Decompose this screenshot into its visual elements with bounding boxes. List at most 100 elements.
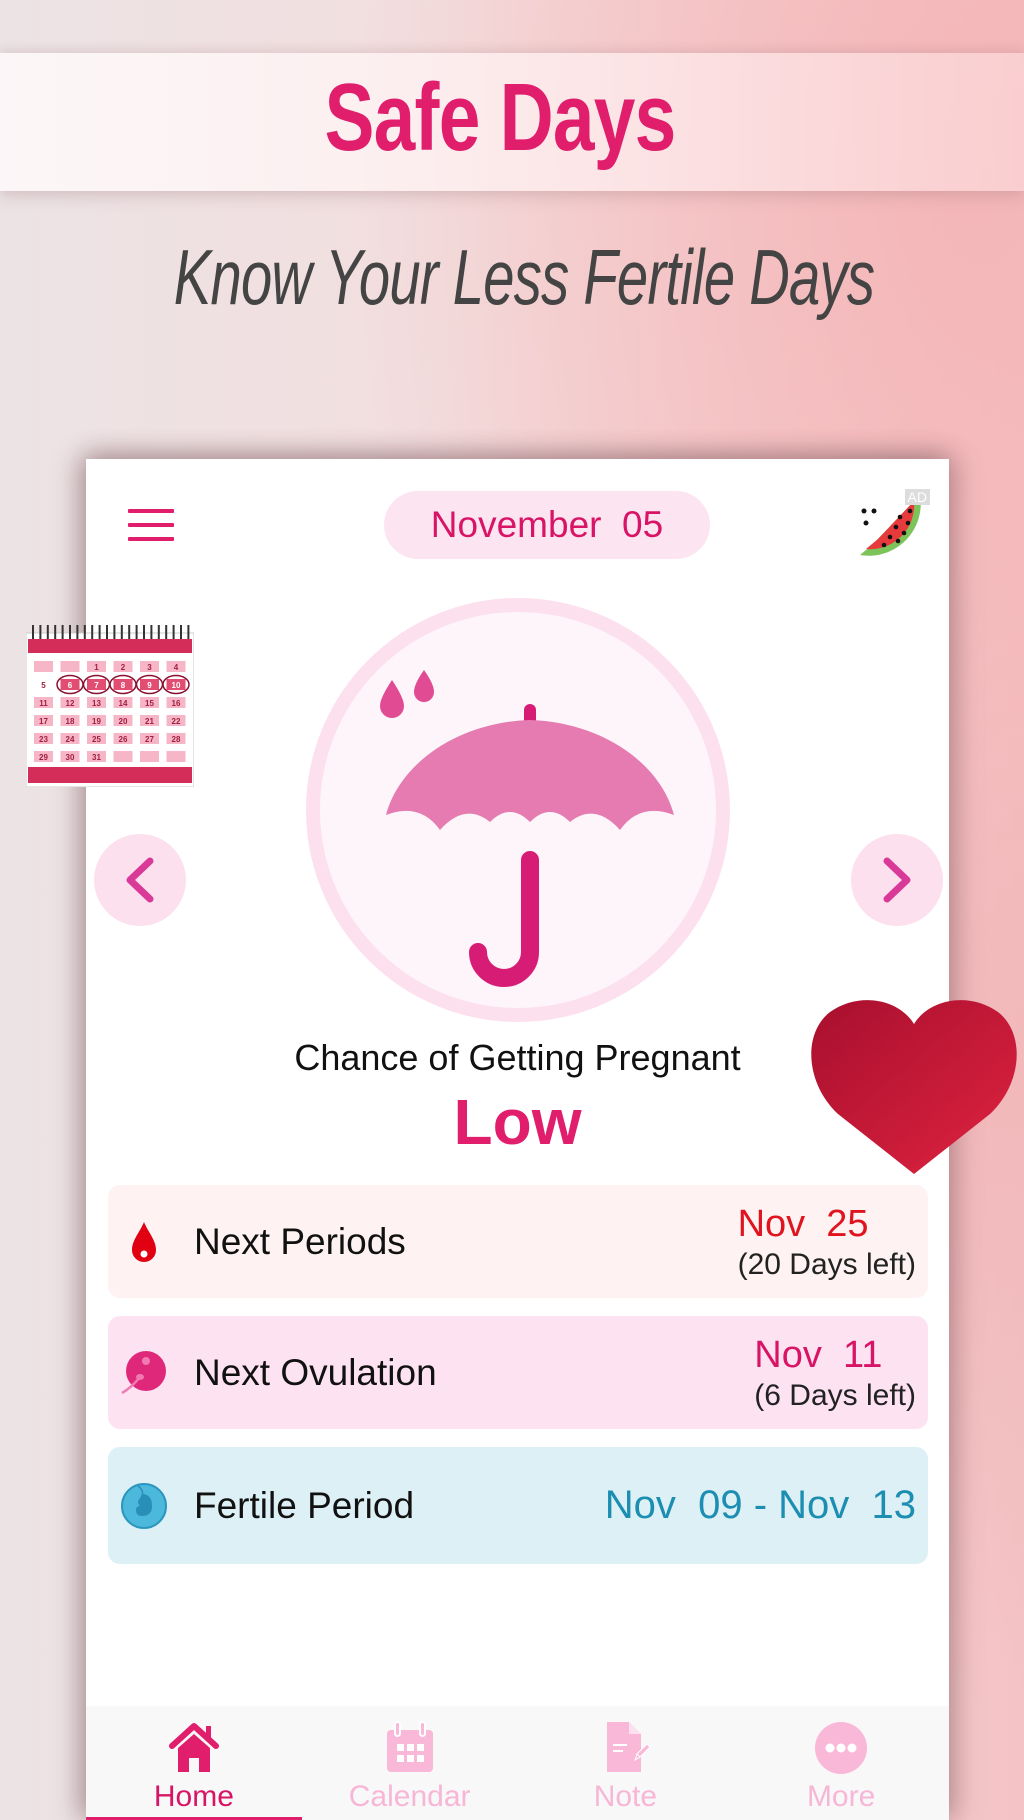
calendar-day-number: 23 — [39, 735, 48, 744]
calendar-day-number: 28 — [172, 735, 181, 744]
calendar-day-number: 4 — [174, 663, 179, 672]
ad-badge: AD — [904, 489, 930, 505]
calendar-ring — [180, 625, 182, 639]
chevron-right-icon — [883, 857, 911, 903]
fertile-period-row[interactable]: Fertile Period Nov 09 - Nov 13 — [108, 1447, 928, 1564]
decorative-heart-icon — [808, 994, 1020, 1176]
next-ovulation-date: Nov 11 — [754, 1333, 883, 1376]
calendar-ring — [157, 625, 160, 639]
calendar-day-number: 18 — [66, 717, 75, 726]
calendar-ring — [135, 625, 138, 639]
next-periods-days-left: (20 Days left) — [737, 1247, 916, 1281]
calendar-day-number: 2 — [121, 663, 126, 672]
decorative-calendar-icon: 1 2 3 4 5 6 7 8 9 10 11 12 13 14 15 16 17 18 19 20 21 22 23 24 2… — [25, 625, 195, 788]
calendar-ring — [128, 625, 131, 639]
chance-illustration — [306, 598, 730, 1022]
calendar-cell — [166, 751, 186, 762]
calendar-ring — [61, 625, 64, 639]
chevron-left-icon — [126, 857, 154, 903]
calendar-ring — [106, 625, 108, 639]
calendar-day-number: 26 — [119, 735, 128, 744]
next-ovulation-info: Nov 11 (6 Days left) — [754, 1332, 916, 1414]
tab-label: Home — [153, 1780, 234, 1813]
ad-button[interactable]: AD — [854, 489, 930, 565]
calendar-day-number: 10 — [172, 681, 181, 690]
tab-home[interactable]: Home — [86, 1706, 302, 1820]
tab-label: More — [806, 1780, 876, 1813]
calendar-icon — [386, 1721, 433, 1772]
calendar-ring — [76, 625, 79, 639]
calendar-ring — [39, 625, 42, 639]
next-ovulation-row[interactable]: Next Ovulation Nov 11 (6 Days left) — [108, 1316, 928, 1429]
calendar-day-number: 5 — [41, 681, 46, 690]
hamburger-menu-icon — [128, 509, 174, 541]
calendar-ring — [98, 625, 101, 639]
row-label: Next Ovulation — [194, 1351, 437, 1393]
calendar-ring — [120, 625, 123, 639]
calendar-day-number: 13 — [92, 699, 101, 708]
calendar-day-number: 20 — [119, 717, 128, 726]
current-date-pill[interactable]: November 05 — [384, 491, 710, 559]
calendar-day-number: 9 — [147, 681, 152, 690]
calendar-ring — [83, 625, 86, 639]
calendar-ring — [113, 625, 116, 639]
tab-more[interactable]: More — [733, 1706, 949, 1820]
calendar-day-number: 24 — [66, 735, 75, 744]
calendar-ring — [165, 625, 168, 639]
home-icon — [168, 1723, 219, 1772]
next-periods-date: Nov 25 — [737, 1202, 869, 1245]
calendar-cell — [34, 661, 53, 672]
tab-label: Calendar — [348, 1780, 471, 1813]
ovum-icon — [121, 1350, 166, 1394]
calendar-day-number: 29 — [39, 753, 48, 762]
next-periods-info: Nov 25 (20 Days left) — [738, 1201, 916, 1283]
next-ovulation-days-left: (6 Days left) — [754, 1378, 916, 1412]
blood-drop-icon — [132, 1221, 156, 1262]
row-label: Next Periods — [194, 1220, 406, 1262]
fertile-period-range: Nov 09 - Nov 13 — [604, 1483, 916, 1527]
next-periods-row[interactable]: Next Periods Nov 25 (20 Days left) — [108, 1185, 928, 1298]
calendar-day-number: 12 — [66, 699, 75, 708]
more-icon — [815, 1722, 868, 1774]
current-date: November 05 — [430, 504, 664, 545]
calendar-day-number: 16 — [172, 699, 181, 708]
umbrella-rain-icon — [380, 670, 674, 987]
calendar-ring — [91, 625, 94, 639]
next-day-button[interactable] — [851, 834, 943, 926]
calendar-day-number: 17 — [39, 717, 48, 726]
calendar-day-number: 27 — [145, 735, 154, 744]
tab-label: Note — [593, 1780, 658, 1813]
menu-button[interactable] — [128, 509, 174, 545]
calendar-ring — [69, 625, 71, 639]
calendar-cell — [113, 751, 133, 762]
calendar-day-number: 11 — [39, 699, 48, 708]
calendar-cell — [140, 751, 159, 762]
calendar-day-number: 6 — [68, 681, 73, 690]
calendar-day-number: 30 — [66, 753, 75, 762]
calendar-cell — [60, 661, 80, 672]
calendar-day-number: 22 — [172, 717, 181, 726]
tab-note[interactable]: Note — [518, 1706, 734, 1820]
calendar-ring — [54, 625, 57, 639]
previous-day-button[interactable] — [94, 834, 186, 926]
calendar-ring — [143, 625, 145, 639]
calendar-day-number: 15 — [145, 699, 154, 708]
fertile-period-info: Nov 09 - Nov 13 — [605, 1483, 916, 1528]
calendar-ring — [187, 625, 190, 639]
calendar-day-number: 19 — [92, 717, 101, 726]
calendar-day-number: 21 — [145, 717, 154, 726]
calendar-day-number: 3 — [147, 663, 152, 672]
calendar-ring — [32, 625, 34, 639]
promo-subtitle: Know Your Less Fertile Days — [173, 233, 875, 321]
calendar-day-number: 25 — [92, 735, 101, 744]
calendar-day-number: 7 — [94, 681, 99, 690]
calendar-day-number: 31 — [92, 753, 101, 762]
calendar-ring — [46, 625, 49, 639]
calendar-ring — [172, 625, 175, 639]
embryo-icon — [121, 1482, 167, 1529]
note-icon — [607, 1722, 652, 1772]
calendar-day-number: 8 — [121, 681, 126, 690]
tab-calendar[interactable]: Calendar — [302, 1706, 518, 1820]
bottom-tab-bar: Home Calendar Note More — [86, 1706, 949, 1820]
row-label: Fertile Period — [194, 1484, 415, 1526]
